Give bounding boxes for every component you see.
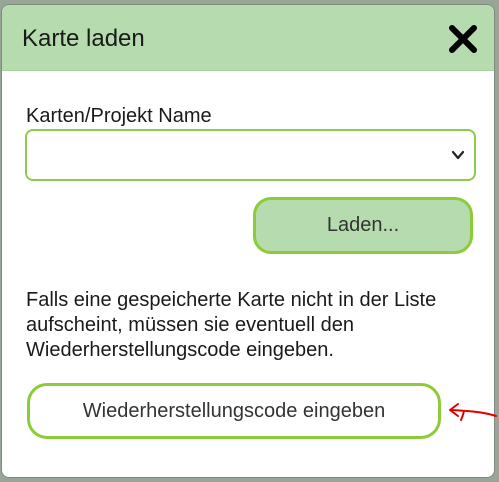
enter-recovery-code-button[interactable]: Wiederherstellungscode eingeben — [27, 383, 441, 439]
dialog-title: Karte laden — [22, 25, 145, 52]
chevron-down-icon — [450, 147, 466, 163]
info-text: Falls eine gespeicherte Karte nicht in d… — [26, 289, 437, 361]
load-map-dialog: Karte laden Karten/Projekt Name Laden...… — [1, 4, 495, 478]
annotation-arrow-icon — [444, 398, 499, 428]
dialog-header: Karte laden — [2, 5, 494, 71]
project-name-select[interactable] — [25, 129, 476, 181]
project-name-label: Karten/Projekt Name — [26, 105, 212, 127]
close-icon[interactable] — [446, 22, 480, 56]
load-button[interactable]: Laden... — [253, 197, 473, 254]
